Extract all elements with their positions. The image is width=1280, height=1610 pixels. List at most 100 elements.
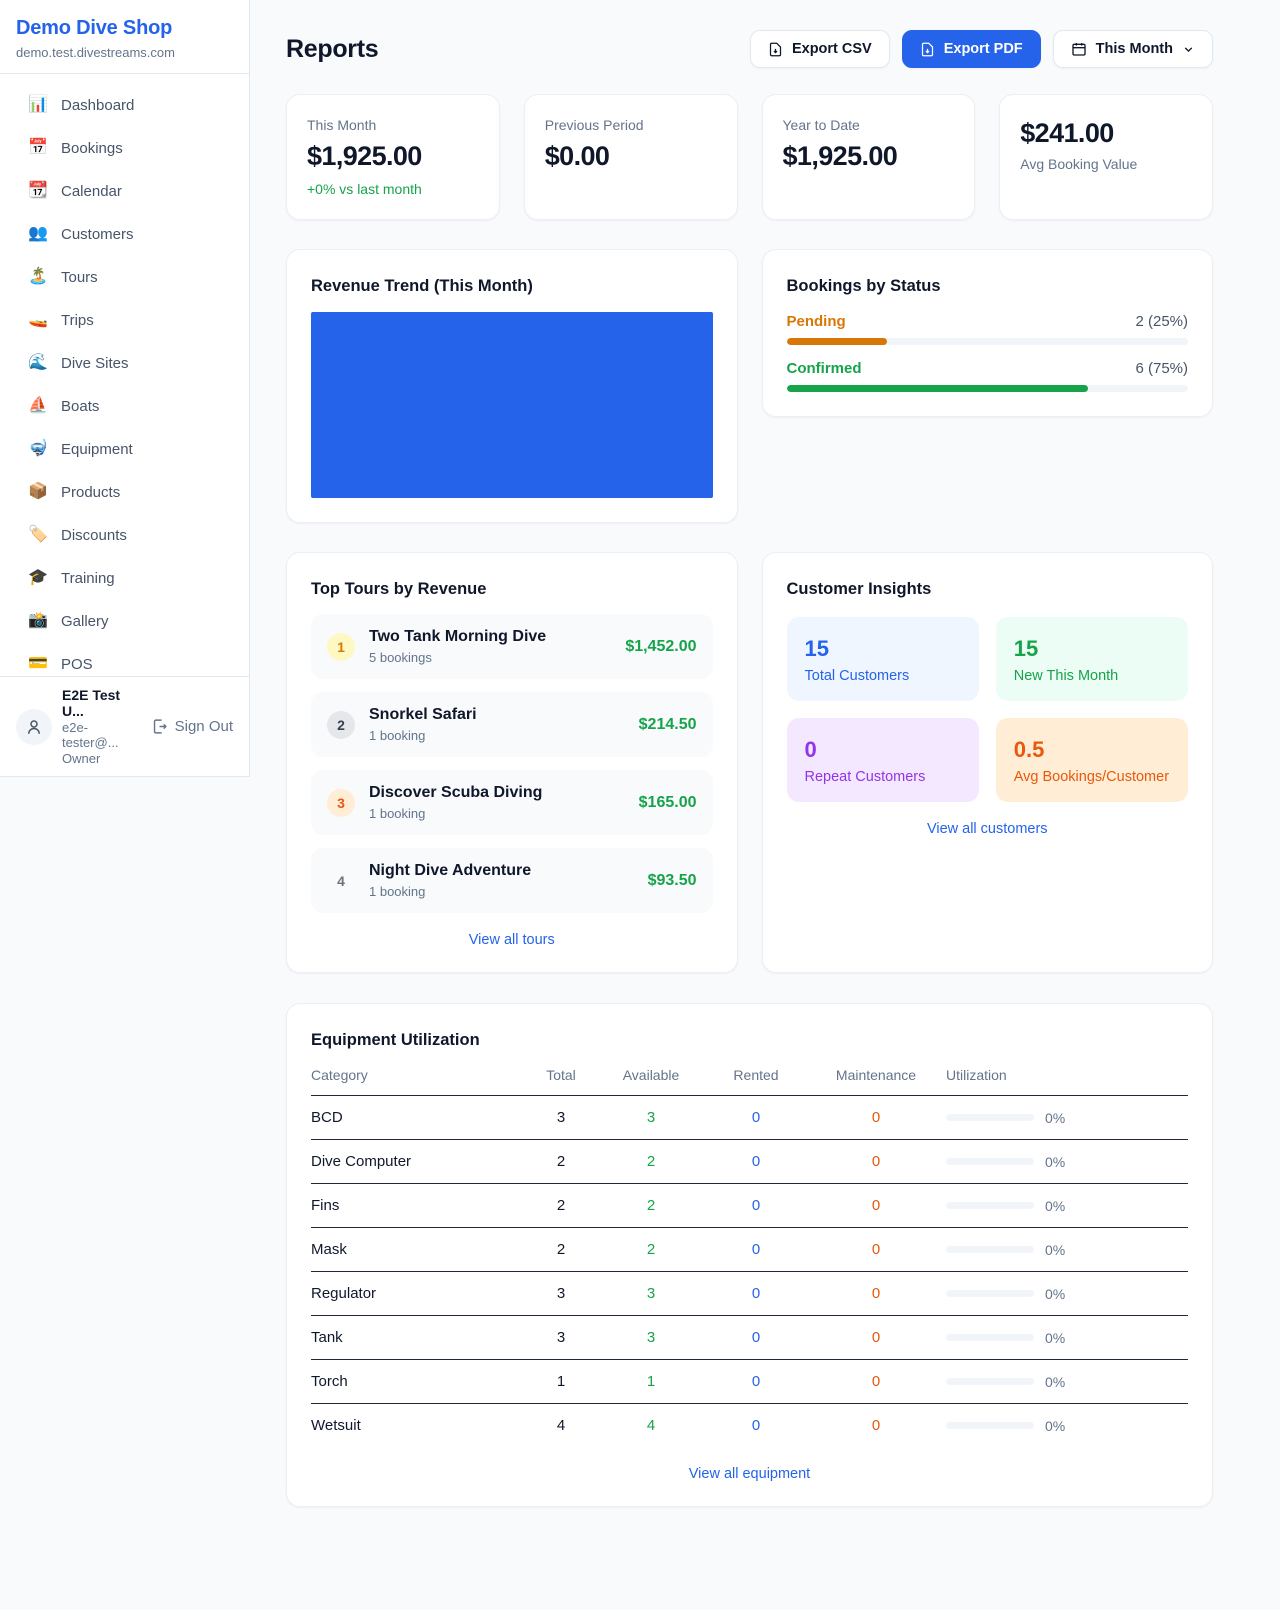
tag-icon: 🏷️	[28, 526, 48, 544]
top-tours-panel: Top Tours by Revenue 1 Two Tank Morning …	[286, 552, 738, 973]
equipment-category: Torch	[311, 1373, 526, 1390]
table-row: Tank 3 3 0 0 0%	[311, 1316, 1188, 1360]
sidebar-item-label: Boats	[61, 398, 99, 415]
status-row-confirmed: Confirmed 6 (75%)	[787, 360, 1189, 392]
tour-row: 3 Discover Scuba Diving 1 booking $165.0…	[311, 770, 713, 835]
sidebar-item-label: Products	[61, 484, 120, 501]
insight-grid: 15 Total Customers 15 New This Month 0 R…	[787, 617, 1189, 802]
avatar	[16, 709, 52, 745]
people-icon: 👥	[28, 225, 48, 243]
sidebar-item-discounts[interactable]: 🏷️ Discounts	[16, 516, 233, 554]
equipment-rented: 0	[706, 1285, 806, 1302]
tour-revenue: $93.50	[648, 872, 697, 890]
equipment-category: Regulator	[311, 1285, 526, 1302]
sidebar-item-label: Training	[61, 570, 115, 587]
table-row: Regulator 3 3 0 0 0%	[311, 1272, 1188, 1316]
equipment-maintenance: 0	[806, 1285, 946, 1302]
progress-fill	[787, 385, 1088, 392]
col-header-utilization: Utilization	[946, 1067, 1188, 1083]
file-download-icon	[768, 42, 783, 57]
equipment-maintenance: 0	[806, 1373, 946, 1390]
tour-row: 4 Night Dive Adventure 1 booking $93.50	[311, 848, 713, 913]
equipment-total: 1	[526, 1373, 596, 1390]
sidebar-item-customers[interactable]: 👥 Customers	[16, 215, 233, 253]
utilization-track	[946, 1246, 1034, 1253]
table-row: Wetsuit 4 4 0 0 0%	[311, 1404, 1188, 1447]
period-dropdown[interactable]: This Month	[1053, 30, 1213, 68]
tour-revenue: $214.50	[639, 716, 697, 734]
stats-row: This Month $1,925.00 +0% vs last month P…	[286, 94, 1213, 220]
equipment-available: 3	[596, 1109, 706, 1126]
sidebar-item-tours[interactable]: 🏝️ Tours	[16, 258, 233, 296]
panel-title: Equipment Utilization	[311, 1028, 1188, 1052]
panel-title: Bookings by Status	[787, 274, 1189, 298]
utilization-percent: 0%	[1045, 1154, 1065, 1170]
period-label: This Month	[1096, 41, 1173, 57]
export-pdf-button[interactable]: Export PDF	[902, 30, 1041, 68]
equipment-utilization-panel: Equipment Utilization Category Total Ava…	[286, 1003, 1213, 1507]
progress-track	[787, 385, 1189, 392]
equipment-maintenance: 0	[806, 1197, 946, 1214]
user-info: E2E Test U... e2e-tester@... Owner	[62, 687, 141, 766]
equipment-maintenance: 0	[806, 1241, 946, 1258]
user-name: E2E Test U...	[62, 687, 141, 719]
equipment-category: Wetsuit	[311, 1417, 526, 1434]
stat-card-this-month: This Month $1,925.00 +0% vs last month	[286, 94, 500, 220]
equipment-rented: 0	[706, 1197, 806, 1214]
logout-icon	[151, 718, 168, 735]
page-title: Reports	[286, 35, 378, 64]
equipment-table: Category Total Available Rented Maintena…	[311, 1067, 1188, 1447]
tour-bookings-count: 5 bookings	[369, 649, 611, 667]
sidebar-item-equipment[interactable]: 🤿 Equipment	[16, 430, 233, 468]
sidebar-item-bookings[interactable]: 📅 Bookings	[16, 129, 233, 167]
revenue-trend-panel: Revenue Trend (This Month)	[286, 249, 738, 523]
view-all-tours-link[interactable]: View all tours	[311, 932, 713, 948]
sidebar-item-pos[interactable]: 💳 POS	[16, 645, 233, 676]
sidebar-item-boats[interactable]: ⛵ Boats	[16, 387, 233, 425]
equipment-category: Dive Computer	[311, 1153, 526, 1170]
equipment-available: 1	[596, 1373, 706, 1390]
wave-icon: 🌊	[28, 354, 48, 372]
sidebar-item-gallery[interactable]: 📸 Gallery	[16, 602, 233, 640]
equipment-total: 4	[526, 1417, 596, 1434]
view-all-equipment-link[interactable]: View all equipment	[311, 1466, 1188, 1482]
status-label: Pending	[787, 313, 846, 330]
sidebar-item-calendar[interactable]: 📆 Calendar	[16, 172, 233, 210]
sidebar-item-label: Customers	[61, 226, 134, 243]
calendar-date-icon: 📅	[28, 139, 48, 157]
utilization-percent: 0%	[1045, 1198, 1065, 1214]
equipment-total: 2	[526, 1153, 596, 1170]
stat-label: Previous Period	[545, 115, 717, 135]
sidebar-item-label: Equipment	[61, 441, 133, 458]
equipment-maintenance: 0	[806, 1109, 946, 1126]
sign-out-label: Sign Out	[175, 718, 233, 735]
equipment-rented: 0	[706, 1329, 806, 1346]
sidebar-item-dive-sites[interactable]: 🌊 Dive Sites	[16, 344, 233, 382]
header-actions: Export CSV Export PDF This Month	[750, 30, 1213, 68]
tour-name: Night Dive Adventure	[369, 860, 634, 882]
sidebar-item-dashboard[interactable]: 📊 Dashboard	[16, 86, 233, 124]
sidebar-item-products[interactable]: 📦 Products	[16, 473, 233, 511]
sidebar-item-training[interactable]: 🎓 Training	[16, 559, 233, 597]
equipment-category: Mask	[311, 1241, 526, 1258]
utilization-cell: 0%	[946, 1374, 1188, 1390]
equipment-maintenance: 0	[806, 1329, 946, 1346]
equipment-available: 4	[596, 1417, 706, 1434]
export-csv-button[interactable]: Export CSV	[750, 30, 890, 68]
equipment-rented: 0	[706, 1153, 806, 1170]
tour-row: 2 Snorkel Safari 1 booking $214.50	[311, 692, 713, 757]
sidebar-item-trips[interactable]: 🚤 Trips	[16, 301, 233, 339]
equipment-rented: 0	[706, 1109, 806, 1126]
view-all-customers-link[interactable]: View all customers	[787, 821, 1189, 837]
equipment-category: Tank	[311, 1329, 526, 1346]
shop-domain: demo.test.divestreams.com	[16, 45, 233, 60]
sign-out-button[interactable]: Sign Out	[151, 718, 233, 735]
insights-row: Top Tours by Revenue 1 Two Tank Morning …	[286, 552, 1213, 973]
user-email: e2e-tester@...	[62, 720, 141, 750]
stat-card-previous-period: Previous Period $0.00	[524, 94, 738, 220]
utilization-track	[946, 1114, 1034, 1121]
stat-value: $1,925.00	[783, 138, 955, 174]
diving-mask-icon: 🤿	[28, 440, 48, 458]
progress-track	[787, 338, 1189, 345]
utilization-track	[946, 1202, 1034, 1209]
